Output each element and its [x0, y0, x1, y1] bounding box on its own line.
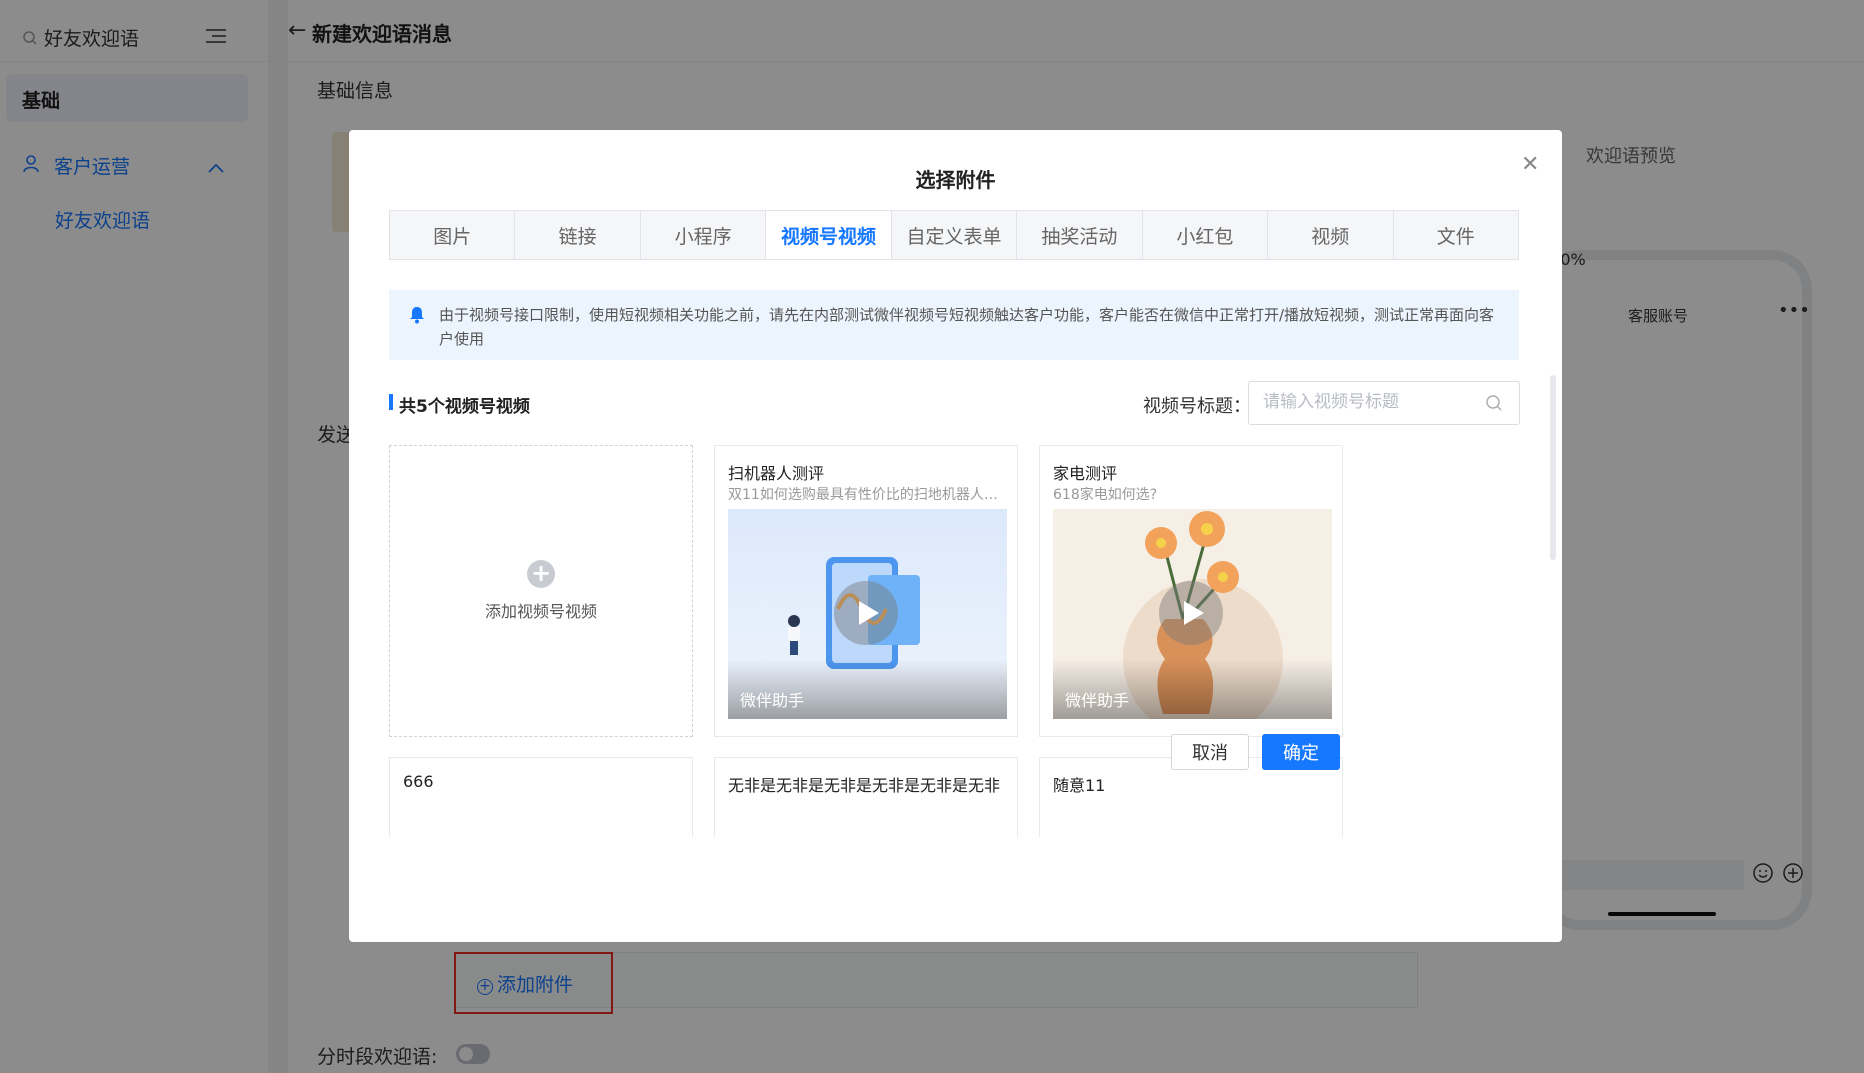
video-title: 随意11	[1053, 776, 1106, 795]
tab-lottery[interactable]: 抽奖活动	[1017, 211, 1143, 259]
plus-icon: +	[527, 560, 555, 588]
notice-banner: 由于视频号接口限制，使用短视频相关功能之前，请先在内部测试微伴视频号短视频触达客…	[389, 290, 1519, 360]
video-title: 666	[403, 772, 434, 791]
notice-text: 由于视频号接口限制，使用短视频相关功能之前，请先在内部测试微伴视频号短视频触达客…	[439, 306, 1495, 348]
search-field	[1248, 381, 1520, 425]
tab-file[interactable]: 文件	[1393, 211, 1518, 259]
video-source-tag: 微伴助手	[740, 691, 805, 710]
video-source-tag: 微伴助手	[1065, 691, 1130, 710]
video-title: 家电测评	[1053, 464, 1118, 483]
play-icon	[1159, 581, 1223, 645]
tab-image[interactable]: 图片	[390, 211, 516, 259]
cancel-button[interactable]: 取消	[1171, 734, 1249, 770]
close-icon[interactable]: ✕	[1521, 152, 1539, 177]
search-icon[interactable]	[1485, 394, 1503, 416]
search-label: 视频号标题：	[1143, 396, 1251, 417]
tab-video[interactable]: 视频	[1268, 211, 1394, 259]
play-icon	[834, 581, 898, 645]
video-desc: 618家电如何选?	[1053, 487, 1158, 503]
video-thumbnail: 微伴助手	[728, 509, 1007, 719]
bell-icon	[409, 306, 425, 328]
tab-mini-program[interactable]: 小程序	[640, 211, 767, 259]
video-desc: 双11如何选购最具有性价比的扫地机器人，一条...	[728, 487, 1008, 503]
tab-red-packet[interactable]: 小红包	[1142, 211, 1269, 259]
search-input[interactable]	[1263, 392, 1473, 412]
video-card[interactable]: 家电测评 618家电如何选? 微伴助手	[1039, 445, 1343, 737]
add-video-label: 添加视频号视频	[484, 602, 597, 621]
add-video-card[interactable]: + 添加视频号视频	[389, 445, 693, 737]
confirm-button[interactable]: 确定	[1262, 734, 1340, 770]
video-count: 共5个视频号视频	[399, 397, 530, 417]
video-card[interactable]: 666	[389, 757, 693, 837]
count-accent-bar	[389, 394, 393, 410]
video-title: 无非是无非是无非是无非是无非是无非	[728, 776, 1001, 795]
video-card[interactable]: 扫机器人测评 双11如何选购最具有性价比的扫地机器人，一条... 微伴助手	[714, 445, 1018, 737]
video-title: 扫机器人测评	[728, 464, 825, 483]
video-card[interactable]: 无非是无非是无非是无非是无非是无非	[714, 757, 1018, 837]
select-attachment-dialog: 选择附件 ✕ 图片 链接 小程序 视频号视频 自定义表单 抽奖活动 小红包 视频…	[349, 130, 1562, 942]
attachment-tabs: 图片 链接 小程序 视频号视频 自定义表单 抽奖活动 小红包 视频 文件	[389, 210, 1519, 260]
tab-custom-form[interactable]: 自定义表单	[891, 211, 1018, 259]
scrollbar[interactable]	[1550, 375, 1556, 560]
video-grid: + 添加视频号视频 扫机器人测评 双11如何选购最具有性价比的扫地机器人，一条.…	[389, 445, 1529, 837]
tab-channels-video[interactable]: 视频号视频	[766, 211, 892, 259]
tab-link[interactable]: 链接	[515, 211, 641, 259]
dialog-title: 选择附件	[915, 168, 996, 192]
video-thumbnail: 微伴助手	[1053, 509, 1332, 719]
